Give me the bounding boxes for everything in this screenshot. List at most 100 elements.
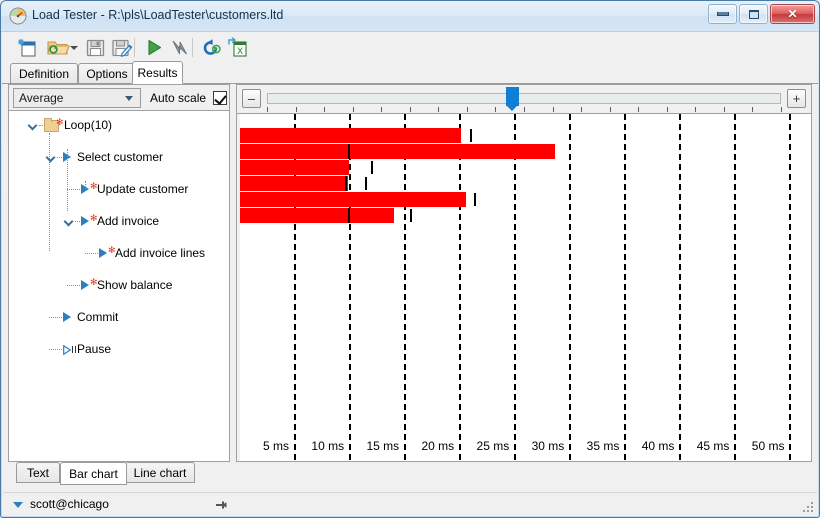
connection-status: scott@chicago bbox=[30, 497, 109, 511]
left-pane: Average Auto scale ✻ Loop(10) Select cus… bbox=[8, 84, 230, 462]
tree-connector bbox=[39, 125, 43, 127]
play-icon bbox=[63, 312, 71, 322]
chart-bar[interactable] bbox=[240, 144, 555, 159]
zoom-slider-ticks bbox=[267, 107, 782, 112]
zoom-out-label: – bbox=[247, 91, 256, 106]
zoom-tick bbox=[352, 107, 354, 112]
gauge-icon bbox=[9, 7, 27, 25]
tree-item-commit[interactable]: Commit bbox=[9, 309, 229, 325]
tree-item-add-invoice[interactable]: ✻ Add invoice bbox=[9, 213, 229, 229]
tree-item-label: Loop(10) bbox=[64, 118, 113, 132]
zoom-tick bbox=[723, 107, 725, 112]
zoom-tick bbox=[781, 107, 782, 112]
maximize-button[interactable] bbox=[739, 4, 768, 24]
tab-line-chart[interactable]: Line chart bbox=[125, 462, 195, 483]
play-outline-icon bbox=[63, 344, 72, 356]
minimize-icon bbox=[716, 12, 729, 16]
chart-inner-marker bbox=[344, 176, 347, 191]
tree-item-select-customer[interactable]: Select customer bbox=[9, 149, 229, 165]
application-window: Load Tester - R:\pls\LoadTester\customer… bbox=[0, 0, 820, 518]
chart-max-marker bbox=[364, 177, 367, 190]
refresh-icon[interactable] bbox=[200, 36, 224, 59]
tab-bar-chart-label: Bar chart bbox=[69, 466, 118, 481]
chart-bar[interactable] bbox=[240, 176, 348, 191]
tab-text[interactable]: Text bbox=[16, 462, 60, 483]
tree-item-add-invoice-lines[interactable]: ✻ Add invoice lines bbox=[9, 245, 229, 261]
chart-max-marker bbox=[470, 129, 473, 142]
run-icon[interactable] bbox=[142, 36, 166, 59]
step-tree[interactable]: ✻ Loop(10) Select customer ✻ Update cust… bbox=[8, 111, 230, 462]
main-tab-strip: Definition Options Results bbox=[2, 61, 818, 84]
zoom-tick bbox=[524, 107, 525, 112]
new-file-icon[interactable] bbox=[16, 36, 40, 59]
chevron-expanded-icon[interactable] bbox=[29, 121, 38, 130]
chevron-expanded-icon[interactable] bbox=[47, 153, 56, 162]
zoom-slider-track[interactable] bbox=[267, 93, 781, 104]
tree-item-label: Commit bbox=[77, 310, 119, 324]
pause-icon bbox=[72, 346, 76, 353]
chart-bar[interactable] bbox=[240, 208, 395, 223]
tree-connector bbox=[67, 149, 69, 211]
results-panel: Average Auto scale ✻ Loop(10) Select cus… bbox=[8, 84, 812, 462]
chart-bar[interactable] bbox=[240, 160, 349, 175]
aggregation-value: Average bbox=[19, 91, 64, 105]
tab-results[interactable]: Results bbox=[132, 61, 183, 84]
dropdown-caret-icon[interactable] bbox=[13, 502, 23, 508]
zoom-tick bbox=[581, 107, 583, 112]
zoom-tick bbox=[267, 107, 268, 112]
resize-grip[interactable] bbox=[802, 501, 814, 513]
chart-bar[interactable] bbox=[240, 192, 466, 207]
zoom-tick bbox=[295, 107, 297, 112]
tab-text-label: Text bbox=[26, 465, 49, 480]
open-file-icon[interactable] bbox=[46, 36, 70, 59]
tree-item-label: Add invoice bbox=[97, 214, 160, 228]
grid-line bbox=[404, 114, 407, 461]
zoom-in-button[interactable]: + bbox=[787, 89, 806, 108]
zoom-out-button[interactable]: – bbox=[242, 89, 261, 108]
client-area: X Definition Options Results Average Aut… bbox=[2, 32, 818, 516]
zoom-slider-thumb[interactable] bbox=[506, 87, 519, 111]
zoom-tick bbox=[666, 107, 668, 112]
grid-line bbox=[789, 114, 792, 461]
x-axis-label: 20 ms bbox=[421, 439, 455, 453]
export-excel-icon[interactable]: X bbox=[226, 36, 250, 59]
stop-icon[interactable] bbox=[168, 36, 192, 59]
tree-connector bbox=[57, 157, 62, 159]
tree-connector bbox=[67, 189, 80, 191]
zoom-control: – + bbox=[236, 84, 812, 114]
tree-item-loop[interactable]: ✻ Loop(10) bbox=[9, 117, 229, 133]
view-tab-strip: Text Bar chart Line chart bbox=[8, 462, 812, 485]
x-axis-label: 5 ms bbox=[263, 439, 290, 453]
auto-scale-control[interactable]: Auto scale bbox=[147, 85, 229, 110]
auto-scale-checkbox[interactable] bbox=[213, 90, 228, 105]
save-as-icon[interactable] bbox=[110, 36, 134, 59]
modified-star-icon: ✻ bbox=[56, 117, 64, 127]
maximize-icon bbox=[748, 9, 759, 19]
bar-chart[interactable]: 5 ms 10 ms 15 ms 20 ms 25 ms 30 ms 35 ms 40 ms 4… bbox=[236, 114, 812, 462]
close-button[interactable]: ✕ bbox=[770, 4, 815, 24]
svg-text:X: X bbox=[237, 47, 243, 57]
grid-line bbox=[349, 114, 352, 461]
pin-icon[interactable] bbox=[213, 497, 229, 513]
auto-scale-label: Auto scale bbox=[150, 90, 207, 105]
grid-line bbox=[569, 114, 572, 461]
chevron-expanded-icon[interactable] bbox=[65, 217, 74, 226]
minimize-button[interactable] bbox=[708, 4, 737, 24]
tree-item-update-customer[interactable]: ✻ Update customer bbox=[9, 181, 229, 197]
chart-bar[interactable] bbox=[240, 128, 462, 143]
save-icon[interactable] bbox=[84, 36, 108, 59]
aggregation-select[interactable]: Average bbox=[13, 88, 141, 108]
x-axis-label: 45 ms bbox=[696, 439, 730, 453]
tree-item-pause[interactable]: Pause bbox=[9, 341, 229, 357]
tree-item-show-balance[interactable]: ✻ Show balance bbox=[9, 277, 229, 293]
tab-definition[interactable]: Definition bbox=[10, 63, 78, 84]
tab-options[interactable]: Options bbox=[78, 63, 136, 84]
x-axis-label: 50 ms bbox=[751, 439, 785, 453]
grid-line bbox=[679, 114, 682, 461]
tab-results-label: Results bbox=[137, 65, 178, 80]
zoom-tick bbox=[409, 107, 411, 112]
zoom-tick bbox=[466, 107, 468, 112]
open-dropdown-arrow[interactable] bbox=[70, 46, 78, 50]
chart-inner-marker bbox=[347, 144, 350, 159]
tab-bar-chart[interactable]: Bar chart bbox=[60, 462, 127, 485]
